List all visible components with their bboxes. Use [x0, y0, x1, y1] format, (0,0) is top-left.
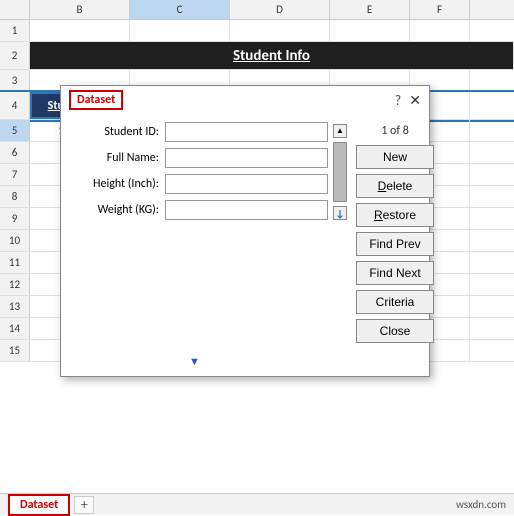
- dialog-button-panel: 1 of 8 New Delete Restore Find Prev Find…: [356, 122, 434, 343]
- row-num-12: 12: [0, 274, 30, 295]
- form-row-student-id: Student ID:: [69, 122, 328, 142]
- close-label: Close: [380, 324, 411, 338]
- col-header-c: C: [130, 0, 230, 19]
- row-num-10: 10: [0, 230, 30, 251]
- scroll-up-arrow[interactable]: ▲: [333, 124, 347, 138]
- form-scrollbar: ▲ ↓: [332, 122, 348, 343]
- form-row-full-name: Full Name:: [69, 148, 328, 168]
- row-num-14: 14: [0, 318, 30, 339]
- form-area: Student ID: Full Name: Height (Inch): We…: [69, 122, 348, 343]
- tab-add-button[interactable]: +: [74, 496, 94, 514]
- col-header-d: D: [230, 0, 330, 19]
- col-header-f: F: [410, 0, 470, 19]
- scroll-thumb[interactable]: [333, 142, 347, 202]
- criteria-button[interactable]: Criteria: [356, 290, 434, 314]
- field-label-student-id: Student ID:: [69, 125, 159, 139]
- scroll-down-bottom-arrow[interactable]: ▼: [189, 355, 200, 368]
- scroll-down-arrow[interactable]: ↓: [333, 206, 347, 220]
- field-label-full-name: Full Name:: [69, 151, 159, 165]
- cell-title: Student Info: [30, 42, 514, 69]
- cell-d1[interactable]: [230, 20, 330, 41]
- row-num-15: 15: [0, 340, 30, 361]
- restore-label: Restore: [374, 208, 416, 222]
- field-label-weight: Weight (KG):: [69, 203, 159, 217]
- cell-c1[interactable]: [130, 20, 230, 41]
- row-num-6: 6: [0, 142, 30, 163]
- col-header-b: B: [30, 0, 130, 19]
- field-input-weight[interactable]: [165, 200, 328, 220]
- dialog-form: Student ID: Full Name: Height (Inch): We…: [69, 122, 328, 343]
- cell-f1[interactable]: [410, 20, 470, 41]
- data-form-dialog: Dataset ? ✕ Student ID: Full Name:: [60, 85, 430, 377]
- field-input-full-name[interactable]: [165, 148, 328, 168]
- row-num-1: 1: [0, 20, 30, 41]
- dialog-question-mark[interactable]: ?: [395, 92, 402, 109]
- dialog-title: Dataset: [69, 90, 123, 110]
- row-num-4: 4: [0, 92, 30, 119]
- row-num-7: 7: [0, 164, 30, 185]
- column-header-row: B C D E F: [0, 0, 514, 20]
- dialog-footer: ▼: [61, 351, 429, 376]
- dialog-titlebar: Dataset ? ✕: [61, 86, 429, 114]
- close-button[interactable]: Close: [356, 319, 434, 343]
- form-row-height: Height (Inch):: [69, 174, 328, 194]
- find-next-label: Find Next: [369, 266, 420, 280]
- row-1: 1: [0, 20, 514, 42]
- field-input-student-id[interactable]: [165, 122, 328, 142]
- row-num-13: 13: [0, 296, 30, 317]
- spreadsheet: B C D E F 1 2 Student Info 3: [0, 0, 514, 515]
- row-num-11: 11: [0, 252, 30, 273]
- new-button[interactable]: New: [356, 145, 434, 169]
- find-prev-label: Find Prev: [369, 237, 420, 251]
- row-num-9: 9: [0, 208, 30, 229]
- row-num-5: 5: [0, 120, 30, 141]
- row-num-8: 8: [0, 186, 30, 207]
- corner-cell: [0, 0, 30, 19]
- criteria-label: Criteria: [376, 295, 415, 309]
- record-info: 1 of 8: [356, 122, 434, 140]
- new-button-label: New: [383, 150, 407, 164]
- tab-dataset[interactable]: Dataset: [8, 494, 70, 516]
- row-2: 2 Student Info: [0, 42, 514, 70]
- delete-label: Delete: [378, 179, 413, 193]
- cell-b1[interactable]: [30, 20, 130, 41]
- dialog-titlebar-right: ? ✕: [395, 92, 421, 109]
- restore-button[interactable]: Restore: [356, 203, 434, 227]
- form-row-weight: Weight (KG):: [69, 200, 328, 220]
- col-header-e: E: [330, 0, 410, 19]
- row-num-2: 2: [0, 42, 30, 69]
- tab-right-info: wsxdn.com: [456, 498, 506, 511]
- delete-button[interactable]: Delete: [356, 174, 434, 198]
- field-input-height[interactable]: [165, 174, 328, 194]
- cell-e1[interactable]: [330, 20, 410, 41]
- spreadsheet-title: Student Info: [233, 47, 310, 65]
- find-next-button[interactable]: Find Next: [356, 261, 434, 285]
- tab-bar: Dataset + wsxdn.com: [0, 493, 514, 515]
- field-label-height: Height (Inch):: [69, 177, 159, 191]
- row-num-3: 3: [0, 70, 30, 91]
- dialog-close-icon[interactable]: ✕: [409, 92, 421, 109]
- find-prev-button[interactable]: Find Prev: [356, 232, 434, 256]
- dialog-body: Student ID: Full Name: Height (Inch): We…: [61, 114, 429, 351]
